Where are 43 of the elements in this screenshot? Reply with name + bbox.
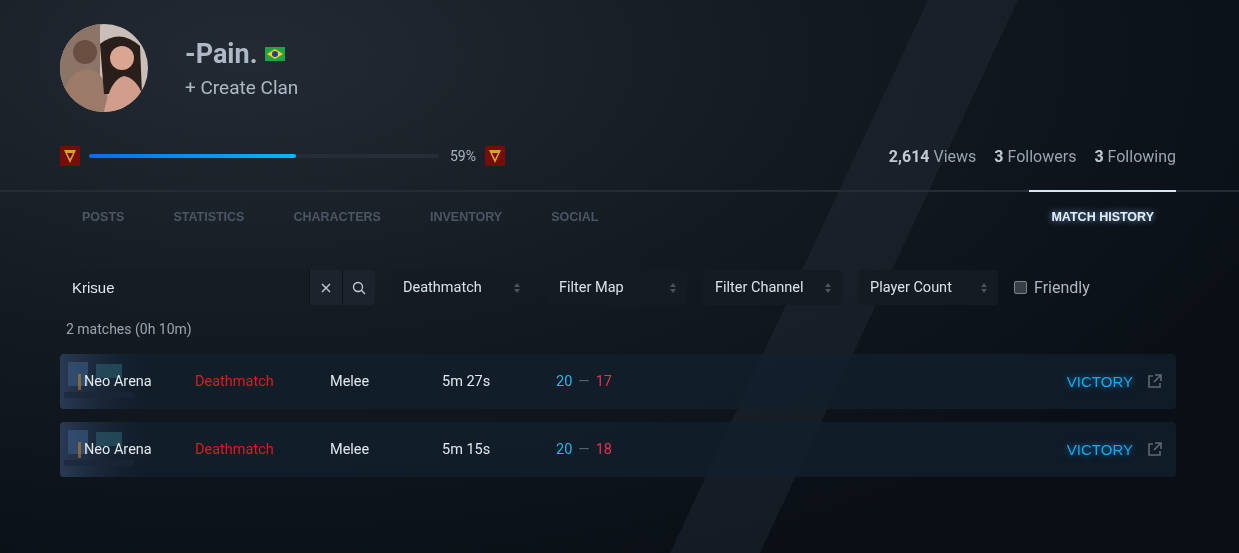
- match-row[interactable]: Neo Arena Deathmatch Melee 5m 27s 20 — 17 VICTORY: [60, 354, 1176, 409]
- match-duration: 5m 27s: [442, 373, 492, 390]
- sort-arrows-icon: [669, 281, 677, 294]
- username: -Pain.: [185, 37, 258, 70]
- match-result: VICTORY: [1066, 373, 1133, 390]
- match-result: VICTORY: [1066, 441, 1133, 458]
- weapon-type: Melee: [330, 373, 371, 390]
- score-separator: —: [578, 373, 590, 390]
- match-row[interactable]: Neo Arena Deathmatch Melee 5m 15s 20 — 18 VICTORY: [60, 422, 1176, 477]
- sort-arrows-icon: [513, 281, 521, 294]
- sort-arrows-icon: [824, 281, 832, 294]
- score-separator: —: [578, 441, 590, 458]
- sort-arrows-icon: [980, 281, 988, 294]
- enemy-score: 18: [595, 441, 612, 458]
- external-link-icon[interactable]: [1147, 442, 1162, 457]
- filter-select[interactable]: Player Count: [858, 270, 998, 305]
- friendly-checkbox[interactable]: Friendly: [1014, 278, 1090, 297]
- map-name: Neo Arena: [84, 441, 153, 458]
- map-name: Neo Arena: [84, 373, 153, 390]
- match-duration: 5m 15s: [442, 441, 492, 458]
- search-button[interactable]: [342, 270, 375, 305]
- profile-stat[interactable]: 2,614 Views: [888, 146, 977, 166]
- match-summary: 2 matches (0h 10m): [66, 321, 193, 337]
- team-score: 20: [556, 441, 573, 458]
- enemy-score: 17: [595, 373, 612, 390]
- external-link-icon[interactable]: [1147, 374, 1162, 389]
- flag-icon: [265, 46, 286, 61]
- rank-emblem-icon: [60, 146, 80, 166]
- close-icon: [321, 282, 331, 293]
- profile-tab[interactable]: MATCH HISTORY: [1029, 190, 1176, 230]
- search-field[interactable]: Krisue: [60, 270, 309, 305]
- rank-emblem-icon: [485, 146, 505, 166]
- create-clan-link[interactable]: + Create Clan: [185, 75, 299, 99]
- filter-select[interactable]: Filter Channel: [703, 270, 842, 305]
- game-mode: Deathmatch: [195, 441, 275, 458]
- profile-stat[interactable]: 3 Following: [1094, 146, 1176, 166]
- search-icon: [352, 280, 366, 295]
- level-percent: 59%: [450, 148, 476, 164]
- clear-button[interactable]: [309, 270, 342, 305]
- game-mode: Deathmatch: [195, 373, 275, 390]
- team-score: 20: [556, 373, 573, 390]
- profile-stat[interactable]: 3 Followers: [994, 146, 1077, 166]
- weapon-type: Melee: [330, 441, 371, 458]
